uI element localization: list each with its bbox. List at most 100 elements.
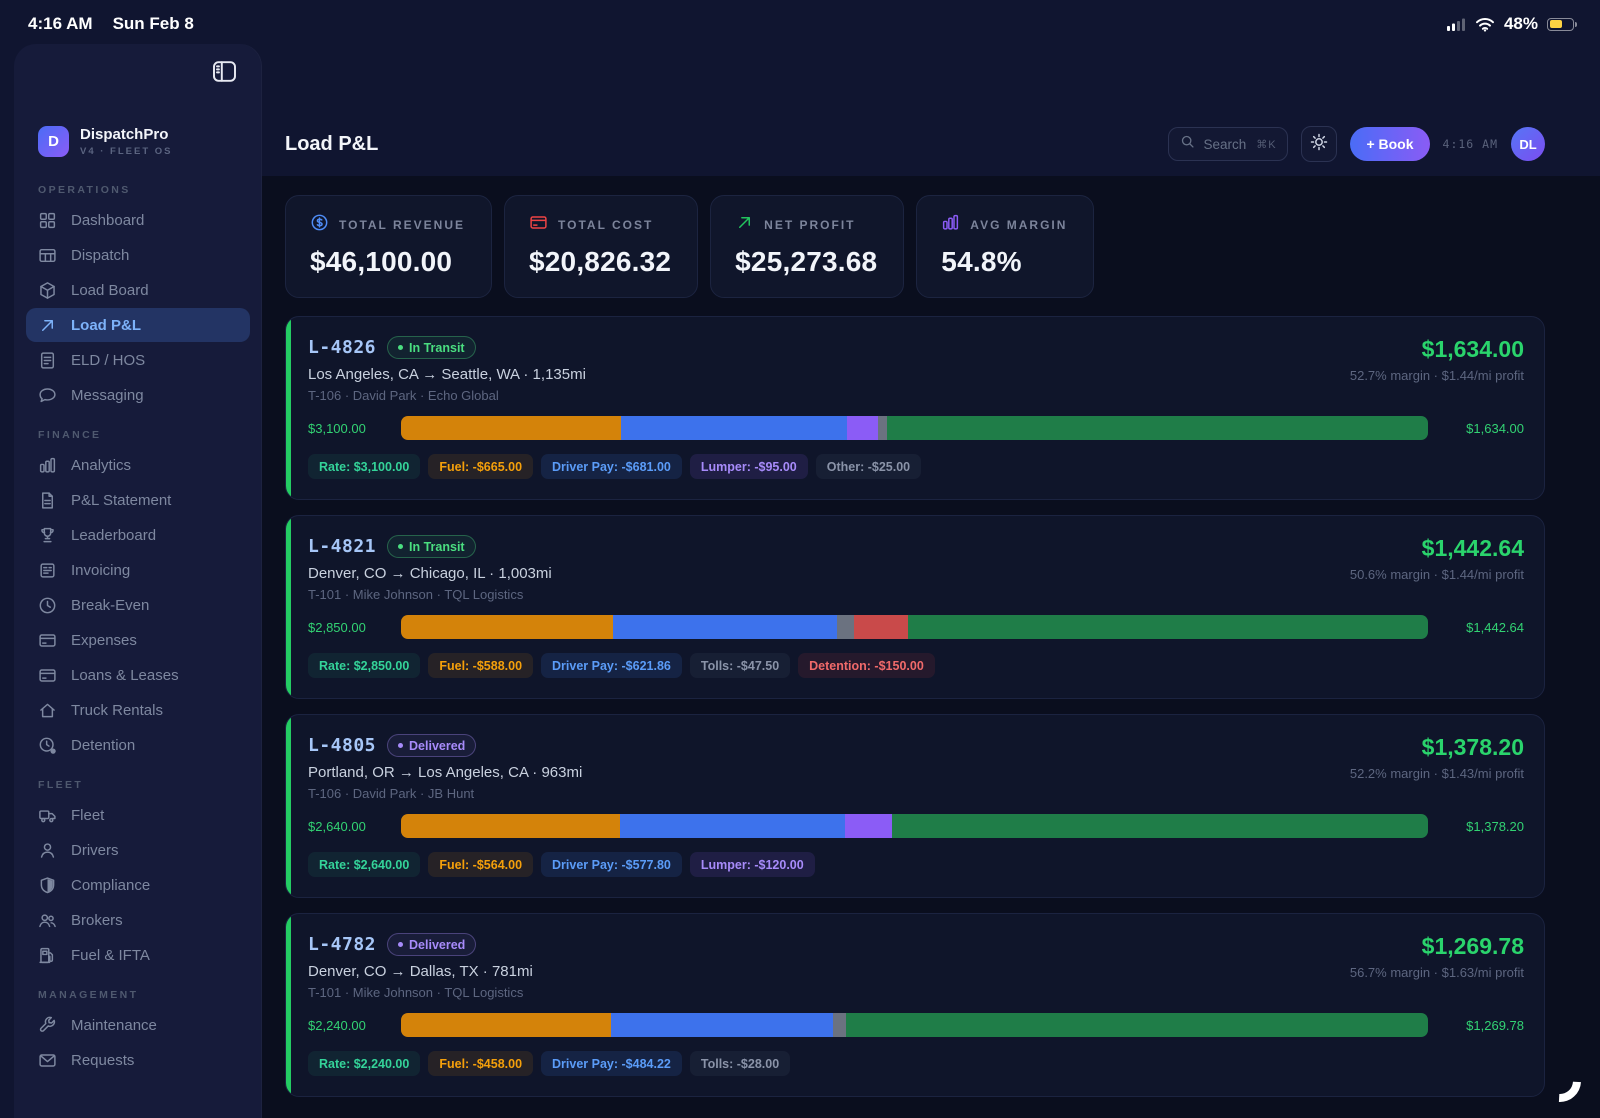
sun-icon	[1310, 133, 1328, 156]
clockalert-icon	[38, 736, 57, 755]
sidebar-item-brokers[interactable]: Brokers	[26, 903, 250, 937]
book-button[interactable]: + Book	[1350, 127, 1429, 161]
search-placeholder: Search	[1203, 137, 1246, 152]
stat-value: $25,273.68	[735, 246, 877, 278]
cost-chip: Fuel: -$564.00	[428, 852, 533, 877]
load-card-L-4826[interactable]: L-4826In TransitLos Angeles, CA → Seattl…	[285, 316, 1545, 500]
sidebar-item-label: Fuel & IFTA	[71, 947, 150, 964]
sidebar-item-truck-rentals[interactable]: Truck Rentals	[26, 693, 250, 727]
page-title: Load P&L	[285, 133, 378, 156]
cost-chip: Lumper: -$95.00	[690, 454, 808, 479]
sidebar-item-label: Brokers	[71, 912, 123, 929]
search-input[interactable]: Search ⌘K	[1168, 127, 1288, 161]
app-name: DispatchPro	[80, 126, 173, 143]
sidebar-item-analytics[interactable]: Analytics	[26, 448, 250, 482]
sidebar-item-label: Detention	[71, 737, 135, 754]
sidebar-item-compliance[interactable]: Compliance	[26, 868, 250, 902]
card-accent	[286, 516, 291, 698]
stat-card: AVG MARGIN54.8%	[916, 195, 1094, 298]
segment-fuel	[401, 416, 621, 440]
mail-icon	[38, 1051, 57, 1070]
sidebar-item-leaderboard[interactable]: Leaderboard	[26, 518, 250, 552]
segment-driver	[620, 814, 845, 838]
cost-chip: Rate: $2,640.00	[308, 852, 420, 877]
load-margin-line: 50.6% margin · $1.44/mi profit	[1350, 567, 1524, 582]
segment-profit	[887, 416, 1428, 440]
segment-profit	[892, 814, 1428, 838]
segment-tolls	[833, 1013, 846, 1037]
stat-label: TOTAL REVENUE	[339, 218, 465, 232]
sidebar-item-label: Fleet	[71, 807, 104, 824]
segment-driver	[611, 1013, 833, 1037]
people-icon	[38, 911, 57, 930]
sidebar-item-loans-leases[interactable]: Loans & Leases	[26, 658, 250, 692]
sidebar-item-eld-hos[interactable]: ELD / HOS	[26, 343, 250, 377]
sidebar-item-break-even[interactable]: Break-Even	[26, 588, 250, 622]
nav-section-label: MANAGEMENT	[38, 989, 238, 1001]
sidebar-item-pnl-statement[interactable]: P&L Statement	[26, 483, 250, 517]
sidebar-item-label: Leaderboard	[71, 527, 156, 544]
sidebar: D DispatchPro V4 · FLEET OS OPERATIONSDa…	[14, 44, 262, 1118]
load-id: L-4782	[308, 934, 376, 955]
logo-badge: D	[38, 126, 69, 157]
sidebar-item-label: Drivers	[71, 842, 119, 859]
sidebar-item-maintenance[interactable]: Maintenance	[26, 1008, 250, 1042]
sidebar-item-fuel-ifta[interactable]: Fuel & IFTA	[26, 938, 250, 972]
sidebar-item-label: Messaging	[71, 387, 144, 404]
avatar[interactable]: DL	[1511, 127, 1545, 161]
sidebar-toggle-icon[interactable]	[211, 58, 238, 90]
segment-fuel	[401, 1013, 611, 1037]
sidebar-item-expenses[interactable]: Expenses	[26, 623, 250, 657]
cost-chip: Detention: -$150.00	[798, 653, 935, 678]
segment-lumper	[845, 814, 892, 838]
profit-amount-label: $1,634.00	[1442, 421, 1524, 436]
app-logo: D DispatchPro V4 · FLEET OS	[14, 94, 262, 167]
cost-chips: Rate: $2,240.00Fuel: -$458.00Driver Pay:…	[308, 1051, 1524, 1076]
creditcard-icon	[529, 213, 548, 237]
sidebar-item-fleet[interactable]: Fleet	[26, 798, 250, 832]
sidebar-item-dashboard[interactable]: Dashboard	[26, 203, 250, 237]
segment-other	[878, 416, 886, 440]
cost-chips: Rate: $2,640.00Fuel: -$564.00Driver Pay:…	[308, 852, 1524, 877]
segment-fuel	[401, 615, 613, 639]
segment-tolls	[837, 615, 854, 639]
trophy-icon	[38, 526, 57, 545]
load-margin-line: 56.7% margin · $1.63/mi profit	[1350, 965, 1524, 980]
rate-amount-label: $3,100.00	[308, 421, 401, 436]
load-list: L-4826In TransitLos Angeles, CA → Seattl…	[285, 316, 1545, 1097]
sidebar-nav: OPERATIONSDashboardDispatchLoad BoardLoa…	[14, 184, 262, 1077]
card-accent	[286, 914, 291, 1096]
sidebar-item-requests[interactable]: Requests	[26, 1043, 250, 1077]
card-icon	[38, 631, 57, 650]
load-profit: $1,634.00	[1350, 336, 1524, 363]
card-accent	[286, 317, 291, 499]
sidebar-item-dispatch[interactable]: Dispatch	[26, 238, 250, 272]
bars-icon	[38, 456, 57, 475]
truck-icon	[38, 806, 57, 825]
sidebar-item-label: Truck Rentals	[71, 702, 163, 719]
stat-value: $20,826.32	[529, 246, 671, 278]
sidebar-item-load-pnl[interactable]: Load P&L	[26, 308, 250, 342]
chat-icon	[38, 386, 57, 405]
sidebar-item-label: Analytics	[71, 457, 131, 474]
sidebar-item-invoicing[interactable]: Invoicing	[26, 553, 250, 587]
nav-section-label: FINANCE	[38, 429, 238, 441]
theme-toggle-button[interactable]	[1301, 126, 1337, 162]
app-subtitle: V4 · FLEET OS	[80, 146, 173, 157]
load-route: Los Angeles, CA → Seattle, WA · 1,135mi	[308, 366, 586, 383]
load-card-L-4805[interactable]: L-4805DeliveredPortland, OR → Los Angele…	[285, 714, 1545, 898]
cost-chips: Rate: $3,100.00Fuel: -$665.00Driver Pay:…	[308, 454, 1524, 479]
rate-amount-label: $2,850.00	[308, 620, 401, 635]
load-card-L-4782[interactable]: L-4782DeliveredDenver, CO → Dallas, TX ·…	[285, 913, 1545, 1097]
trend-icon	[38, 316, 57, 335]
load-card-L-4821[interactable]: L-4821In TransitDenver, CO → Chicago, IL…	[285, 515, 1545, 699]
status-badge: In Transit	[387, 535, 476, 558]
sidebar-item-drivers[interactable]: Drivers	[26, 833, 250, 867]
sidebar-item-load-board[interactable]: Load Board	[26, 273, 250, 307]
profit-amount-label: $1,378.20	[1442, 819, 1524, 834]
sidebar-item-detention[interactable]: Detention	[26, 728, 250, 762]
load-details: T-101 · Mike Johnson · TQL Logistics	[308, 587, 552, 602]
cost-chip: Fuel: -$458.00	[428, 1051, 533, 1076]
sidebar-item-messaging[interactable]: Messaging	[26, 378, 250, 412]
stat-label: NET PROFIT	[764, 218, 855, 232]
